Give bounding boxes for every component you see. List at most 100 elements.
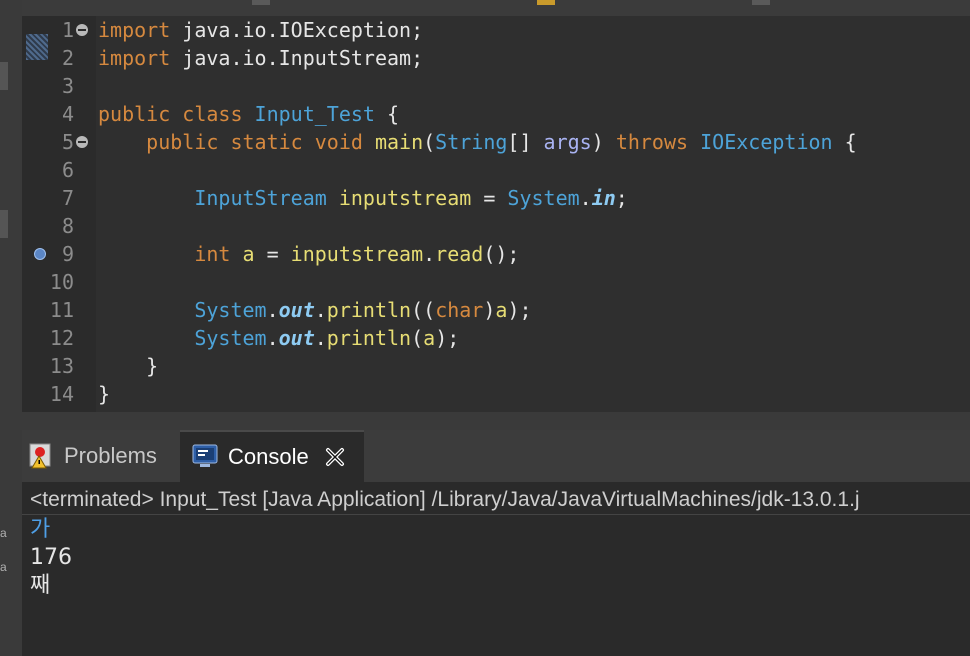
- code-token: throws: [615, 130, 701, 154]
- code-token: read: [435, 242, 484, 266]
- line-number: 7: [61, 186, 74, 210]
- left-panel-strip: a a: [0, 0, 22, 656]
- console-status-header: <terminated> Input_Test [Java Applicatio…: [30, 488, 860, 511]
- tab-marker: [752, 0, 770, 5]
- code-token: ): [591, 130, 616, 154]
- close-icon[interactable]: [325, 447, 345, 467]
- code-line[interactable]: }: [98, 352, 158, 380]
- code-token: String: [435, 130, 508, 154]
- code-token: java.io.IOException;: [170, 18, 424, 42]
- code-token: import: [98, 18, 171, 42]
- code-line[interactable]: InputStream inputstream = System.in;: [98, 184, 628, 212]
- code-line[interactable]: public class Input_Test {: [98, 100, 399, 128]
- problems-icon: [28, 443, 54, 469]
- code-token: System: [507, 186, 580, 210]
- console-icon: [192, 444, 218, 470]
- line-number: 1: [61, 18, 74, 42]
- panel-marker: [0, 62, 8, 90]
- code-token: }: [98, 354, 159, 378]
- code-token: .: [266, 298, 279, 322]
- tab-console-label: Console: [228, 444, 309, 469]
- code-token: public class: [98, 102, 255, 126]
- line-number: 14: [49, 382, 74, 406]
- code-token: public static void: [98, 130, 375, 154]
- code-editor[interactable]: 1 2 3 4 5 6 7 8 9 10 11 12 13 14 import java.io.IOExc…: [22, 0, 970, 412]
- code-token: System: [194, 298, 267, 322]
- line-number: 2: [61, 46, 74, 70]
- line-number: 4: [61, 102, 74, 126]
- code-token: ((: [411, 298, 436, 322]
- console-view[interactable]: <terminated> Input_Test [Java Applicatio…: [22, 482, 970, 656]
- console-output-line: 째: [30, 573, 51, 598]
- line-number: 6: [61, 158, 74, 182]
- code-token: []: [507, 130, 544, 154]
- code-token: Input_Test: [254, 102, 375, 126]
- code-token: .: [579, 186, 592, 210]
- code-token: {: [832, 130, 857, 154]
- code-token: import: [98, 46, 171, 70]
- code-token: println: [326, 298, 412, 322]
- code-line[interactable]: public static void main(String[] args) t…: [98, 128, 857, 156]
- line-number: 11: [49, 298, 74, 322]
- overview-marker: [26, 34, 48, 60]
- code-token: in: [591, 186, 616, 210]
- code-token: (: [411, 326, 424, 350]
- line-number: 8: [61, 214, 74, 238]
- code-token: }: [98, 382, 111, 406]
- panel-divider[interactable]: [0, 412, 970, 430]
- line-number: 9: [61, 242, 74, 266]
- code-line[interactable]: int a = inputstream.read();: [98, 240, 519, 268]
- tab-problems[interactable]: Problems: [28, 430, 178, 482]
- code-token: ();: [483, 242, 520, 266]
- code-token: args: [543, 130, 592, 154]
- line-number: 5: [61, 130, 74, 154]
- code-token: );: [507, 298, 532, 322]
- code-token: =: [471, 186, 508, 210]
- console-output-line: 176: [30, 545, 72, 570]
- code-token: main: [374, 130, 424, 154]
- code-line[interactable]: System.out.println(a);: [98, 324, 459, 352]
- fold-collapse-icon[interactable]: [76, 136, 88, 148]
- code-token: InputStream: [194, 186, 327, 210]
- code-token: java.io.InputStream;: [170, 46, 424, 70]
- console-output-line: 가: [30, 517, 51, 542]
- code-token: );: [435, 326, 460, 350]
- editor-tab-strip: [22, 0, 970, 16]
- line-number: 10: [49, 270, 74, 294]
- bottom-tab-bar: Problems Console: [22, 430, 970, 482]
- code-token: {: [374, 102, 400, 126]
- sidebar-label: a: [0, 526, 7, 540]
- code-token: System: [194, 326, 267, 350]
- code-token: char: [435, 298, 484, 322]
- line-number: 3: [61, 74, 74, 98]
- code-token: .: [423, 242, 436, 266]
- tab-marker: [252, 0, 270, 5]
- code-token: IOException: [700, 130, 833, 154]
- sidebar-label: a: [0, 560, 7, 574]
- line-number: 12: [49, 326, 74, 350]
- console-separator: [22, 514, 970, 515]
- code-token: .: [314, 326, 327, 350]
- code-line[interactable]: System.out.println((char)a);: [98, 296, 532, 324]
- code-token: println: [326, 326, 412, 350]
- code-token: =: [254, 242, 291, 266]
- code-token: .: [266, 326, 279, 350]
- code-token: (: [423, 130, 436, 154]
- code-line[interactable]: import java.io.IOException;: [98, 16, 423, 44]
- code-token: a: [242, 242, 255, 266]
- fold-collapse-icon[interactable]: [76, 24, 88, 36]
- breakpoint-marker-icon[interactable]: [34, 248, 46, 260]
- code-token: ;: [615, 186, 628, 210]
- line-number: 13: [49, 354, 74, 378]
- code-token: inputstream: [290, 242, 424, 266]
- tab-console[interactable]: Console: [180, 430, 364, 482]
- code-token: a: [423, 326, 436, 350]
- code-line[interactable]: import java.io.InputStream;: [98, 44, 423, 72]
- code-line[interactable]: }: [98, 380, 110, 408]
- tab-problems-label: Problems: [64, 443, 157, 468]
